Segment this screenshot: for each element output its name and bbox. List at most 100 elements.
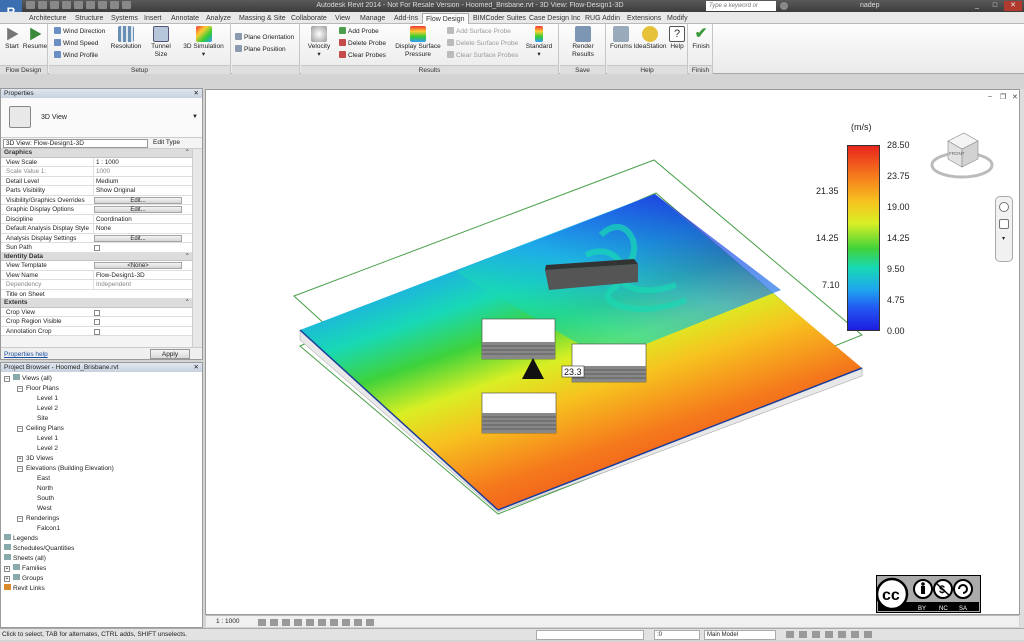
wind-direction-button[interactable]: Wind Direction [54, 27, 105, 36]
prop-parts-visibility[interactable]: Parts Visibility Show Original [1, 186, 202, 196]
collapse-icon[interactable]: – [17, 516, 23, 522]
text-icon[interactable] [122, 1, 131, 9]
clear-probes-button[interactable]: Clear Probes [339, 51, 386, 60]
expand-icon[interactable]: + [4, 566, 10, 572]
select-pinned-icon[interactable] [825, 631, 833, 638]
prop-title-on-sheet[interactable]: Title on Sheet [1, 289, 202, 299]
tab-collaborate[interactable]: Collaborate [288, 13, 330, 24]
open-icon[interactable] [26, 1, 35, 9]
shadows-icon[interactable] [294, 619, 302, 626]
add-surface-probe-button[interactable]: Add Surface Probe [447, 27, 511, 36]
drag-on-selection-icon[interactable] [851, 631, 859, 638]
annotation-crop-checkbox[interactable] [94, 328, 100, 335]
tab-annotate[interactable]: Annotate [168, 13, 202, 24]
close-icon[interactable]: ✕ [194, 363, 199, 372]
visual-style-icon[interactable] [270, 619, 278, 626]
section-icon[interactable] [110, 1, 119, 9]
tab-case-design[interactable]: Case Design Inc [526, 13, 583, 24]
crop-region-visible-checkbox[interactable] [94, 319, 100, 325]
workset-dropdown[interactable] [536, 630, 644, 640]
tree-3d-views[interactable]: +3D Views [17, 454, 53, 463]
properties-help-link[interactable]: Properties help [4, 351, 48, 358]
add-probe-button[interactable]: Add Probe [339, 27, 379, 36]
tab-structure[interactable]: Structure [72, 13, 106, 24]
tab-insert[interactable]: Insert [141, 13, 165, 24]
group-graphics[interactable]: Graphics ⌃ [1, 149, 202, 158]
3d-viewport[interactable]: – ❐ ✕ 23.3 (m/s) 28.50 23.75 19.00 14.25… [205, 89, 1020, 615]
editable-only-icon[interactable] [786, 631, 794, 638]
crop-icon[interactable] [318, 619, 326, 626]
viewport-scrollbar[interactable] [1020, 89, 1024, 628]
viewcube[interactable]: FRONT [930, 123, 994, 183]
steering-wheel-icon[interactable] [999, 202, 1009, 212]
help-search-input[interactable]: Type a keyword or phrase [706, 1, 776, 19]
building-c[interactable] [481, 392, 557, 434]
tunnel-size-button[interactable]: Tunnel Size [144, 26, 178, 59]
crop-view-checkbox[interactable] [94, 309, 100, 316]
tree-falcon1[interactable]: Falcon1 [37, 524, 60, 533]
user-name[interactable]: nadep [860, 2, 879, 9]
prop-view-name[interactable]: View Name Flow-Design1-3D [1, 270, 202, 280]
tree-elevations[interactable]: – Elevations (Building Elevation) [17, 464, 114, 473]
tree-ceiling-plans[interactable]: – Ceiling Plans [17, 424, 64, 433]
forums-button[interactable]: Forums [609, 26, 633, 51]
render-results-button[interactable]: Render Results [561, 26, 605, 59]
graphic-display-edit-button[interactable]: Edit... [94, 206, 182, 213]
tab-flow-design[interactable]: Flow Design [422, 13, 469, 24]
display-surface-pressure-button[interactable]: Display Surface Pressure [393, 26, 443, 59]
3d-view-icon[interactable] [98, 1, 107, 9]
tab-rug-addin[interactable]: RUG Addin [582, 13, 623, 24]
maximize-button[interactable]: □ [986, 1, 1004, 11]
tree-cp-level2[interactable]: Level 2 [37, 444, 58, 453]
redo-icon[interactable] [62, 1, 71, 9]
finish-button[interactable]: ✔ Finish [690, 26, 712, 51]
ideastation-button[interactable]: IdeaStation [633, 26, 667, 51]
workset-value[interactable]: :0 [654, 630, 700, 640]
apply-button[interactable]: Apply [150, 349, 190, 359]
prop-default-analysis[interactable]: Default Analysis Display Style None [1, 224, 202, 234]
type-selector[interactable]: 3D View ▼ [1, 98, 202, 138]
sun-path-checkbox[interactable] [94, 245, 100, 251]
standard-button[interactable]: Standard ▾ [521, 26, 557, 59]
start-button[interactable]: Start [2, 26, 22, 51]
render-icon[interactable] [306, 619, 314, 626]
reveal-hidden-icon[interactable] [366, 619, 374, 626]
tab-bimcoder-suites[interactable]: BIMCoder Suites [470, 13, 529, 24]
temporary-hide-icon[interactable] [354, 619, 362, 626]
tree-revit-links[interactable]: Revit Links [4, 584, 45, 593]
chevron-down-icon[interactable]: ▾ [1002, 235, 1005, 242]
close-icon[interactable]: ✕ [194, 89, 199, 98]
tree-legends[interactable]: Legends [4, 534, 38, 543]
velocity-button[interactable]: Velocity ▾ [303, 26, 335, 59]
delete-probe-button[interactable]: Delete Probe [339, 39, 386, 48]
tab-view[interactable]: View [332, 13, 353, 24]
plane-position-button[interactable]: Plane Position [235, 45, 286, 54]
minimize-button[interactable]: _ [968, 1, 986, 11]
vg-edit-button[interactable]: Edit... [94, 196, 182, 204]
select-links-icon[interactable] [799, 631, 807, 638]
collapse-icon[interactable]: – [17, 386, 23, 392]
collapse-icon[interactable]: – [4, 376, 10, 382]
view-template-button[interactable]: <None> [94, 262, 182, 269]
tree-renderings[interactable]: – Renderings [17, 514, 59, 523]
collapse-icon[interactable]: – [17, 426, 23, 432]
tree-groups[interactable]: + Groups [4, 574, 43, 583]
delete-surface-probe-button[interactable]: Delete Surface Probe [447, 39, 518, 48]
help-button[interactable]: ? Help [668, 26, 686, 51]
tab-architecture[interactable]: Architecture [26, 13, 69, 24]
tree-fp-level2[interactable]: Level 2 [37, 404, 58, 413]
tab-analyze[interactable]: Analyze [203, 13, 234, 24]
tree-west[interactable]: West [37, 504, 52, 513]
tree-fp-site[interactable]: Site [37, 414, 48, 423]
detail-level-icon[interactable] [258, 619, 266, 626]
tree-east[interactable]: East [37, 474, 50, 483]
save-icon[interactable] [38, 1, 47, 9]
tree-families[interactable]: + Families [4, 564, 46, 573]
analysis-settings-edit-button[interactable]: Edit... [94, 234, 182, 242]
zoom-icon[interactable] [999, 219, 1009, 229]
clear-surface-probes-button[interactable]: Clear Surface Probes [447, 51, 518, 60]
edit-type-button[interactable]: Edit Type [153, 139, 180, 146]
instance-filter-dropdown[interactable]: 3D View: Flow-Design1-3D [3, 139, 148, 148]
wind-speed-button[interactable]: Wind Speed [54, 39, 98, 48]
design-option-dropdown[interactable]: Main Model [704, 630, 776, 640]
